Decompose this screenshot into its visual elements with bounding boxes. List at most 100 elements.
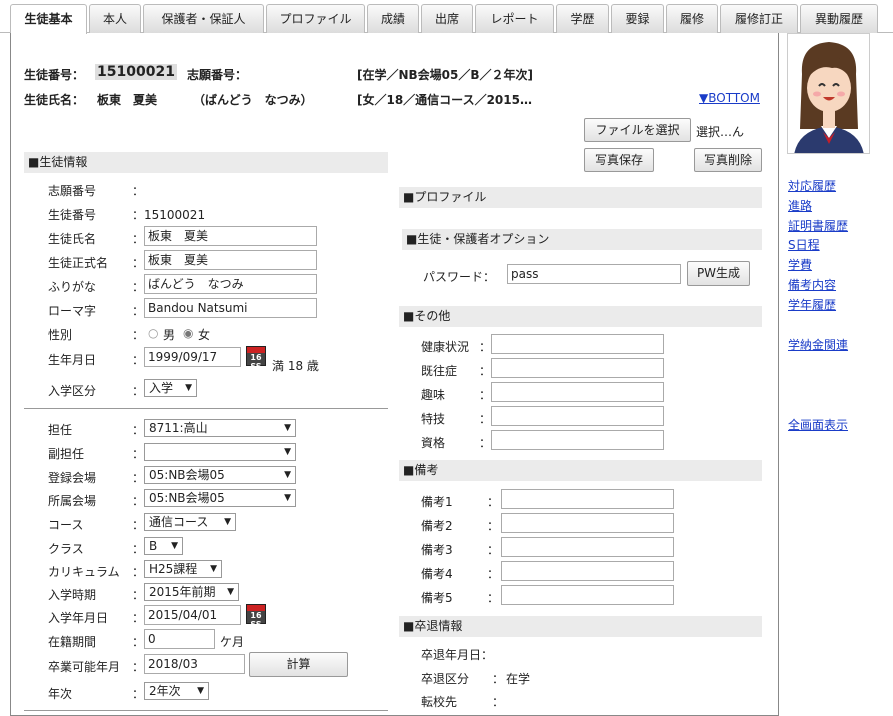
entry-date-label: 入学年月日 <box>48 611 109 625</box>
tab-self[interactable]: 本人 <box>89 4 141 33</box>
class-select[interactable]: B <box>144 537 183 555</box>
tab-guardian[interactable]: 保護者・保証人 <box>143 4 264 33</box>
colon: ： <box>132 353 145 367</box>
password-input[interactable]: pass <box>507 264 681 284</box>
medical-history-input[interactable] <box>491 358 664 378</box>
kana-input[interactable]: ばんどう なつみ <box>144 274 317 294</box>
enroll-unit: ケ月 <box>220 635 245 649</box>
link-tuition[interactable]: 学費 <box>788 256 812 273</box>
medical-history-label: 既往症 <box>421 364 458 378</box>
name-field-label: 生徒氏名 <box>48 232 97 246</box>
link-grade-history[interactable]: 学年履歴 <box>788 296 836 313</box>
tab-course-correction[interactable]: 履修訂正 <box>720 4 798 33</box>
hobby-input[interactable] <box>491 382 664 402</box>
teacher-label: 担任 <box>48 423 73 437</box>
enroll-period-input[interactable]: 0 <box>144 629 215 649</box>
entry-type-select[interactable]: 入学 <box>144 379 197 397</box>
bottom-link[interactable]: ▼BOTTOM <box>699 91 760 105</box>
romaji-input[interactable]: Bandou Natsumi <box>144 298 317 318</box>
calendar-icon[interactable]: 16 SS <box>246 604 266 629</box>
student-name-value: 板東 夏美 <box>97 93 158 107</box>
teacher-select[interactable]: 8711:高山 <box>144 419 296 437</box>
calendar-icon[interactable]: 16 SS <box>246 346 266 371</box>
sub-teacher-select[interactable] <box>144 443 296 461</box>
divider <box>24 408 388 409</box>
save-photo-button[interactable]: 写真保存 <box>584 148 654 172</box>
colon: ： <box>132 304 145 318</box>
birthdate-label: 生年月日 <box>48 353 97 367</box>
tab-education[interactable]: 学歴 <box>556 4 609 33</box>
password-label: パスワード： <box>423 270 496 284</box>
colon: ： <box>132 588 145 602</box>
choose-file-button[interactable]: ファイルを選択 <box>584 118 691 142</box>
female-radio[interactable]: ◉ <box>183 326 193 340</box>
site-label: 所属会場 <box>48 494 97 508</box>
year-select[interactable]: 2年次 <box>144 682 209 700</box>
calculate-button[interactable]: 計算 <box>249 652 348 677</box>
tab-grades[interactable]: 成績 <box>367 4 419 33</box>
colon: ： <box>487 543 500 557</box>
note4-input[interactable] <box>501 561 674 581</box>
delete-photo-button[interactable]: 写真削除 <box>694 148 762 172</box>
link-fullscreen[interactable]: 全画面表示 <box>788 416 848 433</box>
health-label: 健康状況 <box>421 340 470 354</box>
entry-period-select[interactable]: 2015年前期 <box>144 583 239 601</box>
reg-site-select[interactable]: 05:NB会場05 <box>144 466 296 484</box>
tab-record[interactable]: 要録 <box>611 4 664 33</box>
student-no-field-value: ：15100021 <box>132 208 206 222</box>
colon: ： <box>132 328 145 342</box>
birthdate-input[interactable]: 1999/09/17 <box>144 347 241 367</box>
link-s-schedule[interactable]: S日程 <box>788 236 820 253</box>
student-photo <box>787 33 870 154</box>
class-label: クラス <box>48 542 84 556</box>
tab-attendance[interactable]: 出席 <box>421 4 473 33</box>
colon: ： <box>132 660 145 674</box>
colon: ： <box>132 447 145 461</box>
student-no-value: 15100021 <box>95 64 177 80</box>
entry-date-input[interactable]: 2015/04/01 <box>144 605 241 625</box>
grad-possible-input[interactable]: 2018/03 <box>144 654 245 674</box>
tab-transfer-history[interactable]: 異動履歴 <box>800 4 878 33</box>
colon: ： <box>132 423 145 437</box>
site-select[interactable]: 05:NB会場05 <box>144 489 296 507</box>
link-contact-history[interactable]: 対応履歴 <box>788 177 836 194</box>
tab-student-basic[interactable]: 生徒基本 <box>10 4 87 34</box>
tab-report[interactable]: レポート <box>475 4 554 33</box>
romaji-label: ローマ字 <box>48 304 97 318</box>
link-notes-content[interactable]: 備考内容 <box>788 276 836 293</box>
graduation-heading: ■卒退情報 <box>399 616 762 637</box>
kana-label: ふりがな <box>48 280 97 294</box>
divider <box>24 710 388 711</box>
course-select[interactable]: 通信コース <box>144 513 236 531</box>
official-name-label: 生徒正式名 <box>48 256 109 270</box>
generate-password-button[interactable]: PW生成 <box>687 261 750 286</box>
skill-label: 特技 <box>421 412 446 426</box>
note2-input[interactable] <box>501 513 674 533</box>
male-radio[interactable]: ○ <box>148 326 158 340</box>
tab-profile[interactable]: プロファイル <box>266 4 365 33</box>
colon: ： <box>132 232 145 246</box>
entry-period-label: 入学時期 <box>48 588 97 602</box>
colon: ： <box>132 611 145 625</box>
qualification-input[interactable] <box>491 430 664 450</box>
student-kana-value: （ばんどう なつみ） <box>193 93 313 107</box>
colon: ： <box>479 340 492 354</box>
tab-bar: 生徒基本 本人 保護者・保証人 プロファイル 成績 出席 レポート 学歴 要録 … <box>0 0 893 34</box>
tab-courses[interactable]: 履修 <box>666 4 718 33</box>
note3-input[interactable] <box>501 537 674 557</box>
colon: ： <box>132 494 145 508</box>
note1-input[interactable] <box>501 489 674 509</box>
status-summary-2: [女／18／通信コース／2015… <box>357 93 532 107</box>
link-payment-related[interactable]: 学納金関連 <box>788 336 848 353</box>
link-certificate-history[interactable]: 証明書履歴 <box>788 217 848 234</box>
official-name-input[interactable]: 板東 夏美 <box>144 250 317 270</box>
health-input[interactable] <box>491 334 664 354</box>
name-input[interactable]: 板東 夏美 <box>144 226 317 246</box>
curriculum-select[interactable]: H25課程 <box>144 560 222 578</box>
student-no-label: 生徒番号： <box>24 68 85 82</box>
colon: ： <box>487 567 500 581</box>
skill-input[interactable] <box>491 406 664 426</box>
note5-input[interactable] <box>501 585 674 605</box>
link-career[interactable]: 進路 <box>788 197 812 214</box>
colon: ： <box>479 388 492 402</box>
